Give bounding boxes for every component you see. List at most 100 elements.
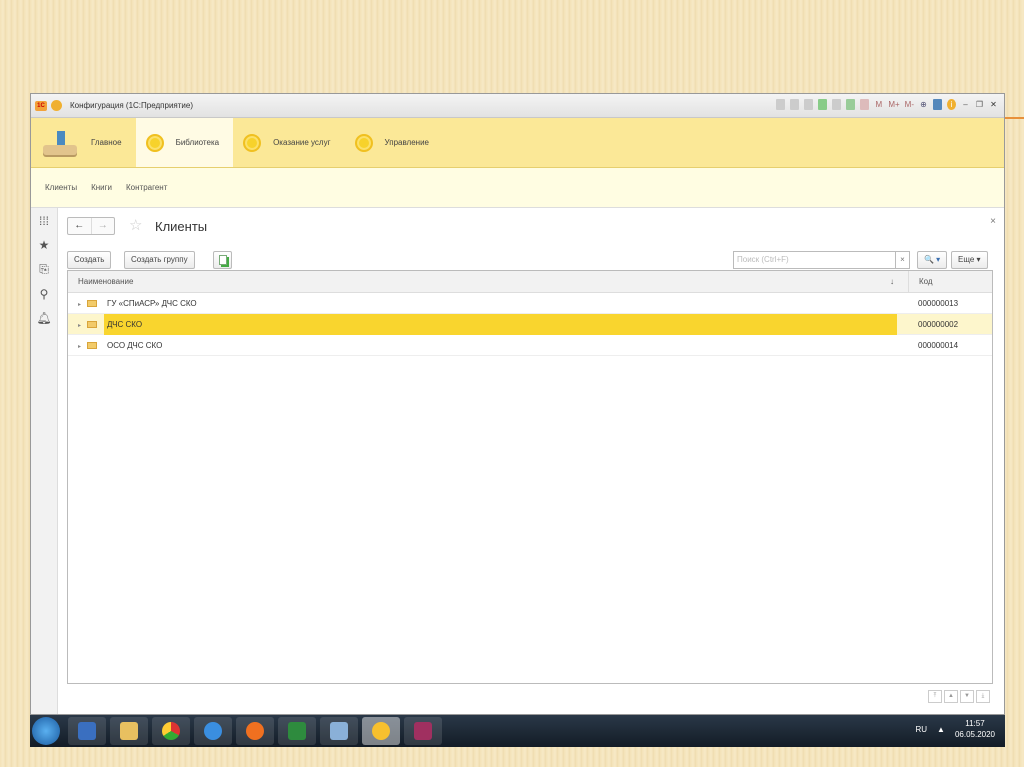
taskbar-ie[interactable]	[194, 717, 232, 745]
table-pager: ⤒ ▲ ▼ ⤓	[928, 690, 990, 703]
circle-icon	[243, 133, 262, 152]
sort-icon: ↓	[890, 277, 894, 286]
window-title: Конфигурация (1С:Предприятие)	[70, 101, 193, 110]
taskbar-firefox[interactable]	[236, 717, 274, 745]
memory-minus-button[interactable]: M-	[905, 99, 914, 110]
copy-icon[interactable]	[832, 99, 842, 110]
taskbar-word[interactable]	[68, 717, 106, 745]
memory-m-button[interactable]: M	[874, 99, 883, 110]
clock[interactable]: 11:57 06.05.2020	[955, 718, 995, 740]
title-toolbar: M M+ M- ⊕ i – ❐ ✕	[776, 99, 998, 110]
row-name: ДЧС СКО	[104, 314, 898, 335]
history-icon[interactable]: ⎘	[39, 262, 49, 277]
form-title: Клиенты	[155, 219, 208, 234]
desk-icon	[41, 129, 81, 157]
section-library[interactable]: Библиотека	[135, 118, 234, 167]
panels-icon[interactable]	[933, 99, 942, 110]
forward-button[interactable]: →	[90, 218, 115, 234]
section-label: Главное	[91, 138, 122, 147]
search-clear-button[interactable]: ×	[895, 251, 910, 269]
taskbar-tool[interactable]	[320, 717, 358, 745]
preview-icon[interactable]	[804, 99, 814, 110]
row-name: ГУ «СПиАСР» ДЧС СКО	[107, 299, 197, 308]
start-button[interactable]	[32, 717, 60, 745]
search-button[interactable]: 🔍 ▾	[917, 251, 948, 269]
row-name: ОСО ДЧС СКО	[107, 341, 163, 350]
print-icon[interactable]	[790, 99, 800, 110]
taskbar-chrome[interactable]	[152, 717, 190, 745]
section-services[interactable]: Оказание услуг	[233, 118, 344, 167]
taskbar-excel[interactable]	[278, 717, 316, 745]
expand-icon[interactable]: ▸	[78, 323, 81, 329]
subsystem-nav: Клиенты Книги Контрагент	[31, 168, 1004, 208]
row-code: 000000014	[918, 341, 959, 350]
create-button[interactable]: Создать	[67, 251, 112, 269]
1c-logo-icon: 1С	[35, 100, 47, 111]
taskbar: RU ▲ 11:57 06.05.2020	[30, 715, 1005, 747]
restore-button[interactable]: ❐	[975, 99, 984, 110]
taskbar-winrar[interactable]	[404, 717, 442, 745]
create-group-button[interactable]: Создать группу	[124, 251, 195, 269]
grid-menu-icon[interactable]: ⁞⁞⁞	[39, 214, 49, 228]
folder-icon	[87, 300, 98, 308]
first-page-icon[interactable]: ⤒	[928, 690, 942, 703]
section-label: Оказание услуг	[273, 138, 331, 147]
clients-form: ← → ☆ Клиенты × Создать Создать группу П…	[58, 208, 1004, 714]
table-row[interactable]: ▸ ГУ «СПиАСР» ДЧС СКО 000000013	[68, 293, 992, 314]
title-bar: 1С Конфигурация (1С:Предприятие) M M+ M-…	[31, 94, 1004, 118]
clock-time: 11:57	[965, 719, 985, 728]
page-down-icon[interactable]: ▼	[960, 690, 974, 703]
close-window-button[interactable]: ✕	[989, 99, 998, 110]
clock-date: 06.05.2020	[954, 730, 995, 739]
folder-icon	[87, 342, 98, 350]
taskbar-explorer[interactable]	[110, 717, 148, 745]
table-row[interactable]: ▸ ОСО ДЧС СКО 000000014	[68, 335, 992, 356]
link-icon[interactable]	[818, 99, 828, 110]
calendar-icon[interactable]	[846, 99, 856, 110]
back-button[interactable]: ←	[68, 218, 91, 234]
last-page-icon[interactable]: ⤓	[976, 690, 990, 703]
search-icon[interactable]: ⚲	[40, 287, 49, 301]
save-icon[interactable]	[776, 99, 786, 110]
favorite-star-icon[interactable]: ☆	[129, 216, 142, 234]
app-window: 1С Конфигурация (1С:Предприятие) M M+ M-…	[30, 93, 1005, 715]
folder-icon	[87, 321, 98, 329]
main-menu-button[interactable]	[51, 100, 62, 111]
page-up-icon[interactable]: ▲	[944, 690, 958, 703]
close-form-button[interactable]: ×	[990, 216, 996, 227]
row-code: 000000013	[918, 299, 959, 308]
nav-contractor[interactable]: Контрагент	[126, 183, 167, 192]
circle-icon	[354, 133, 373, 152]
memory-plus-button[interactable]: M+	[888, 99, 899, 110]
row-code: 000000002	[918, 320, 959, 329]
language-indicator[interactable]: RU	[915, 725, 927, 734]
expand-icon[interactable]: ▸	[78, 344, 81, 350]
column-name[interactable]: Наименование ↓	[68, 271, 908, 292]
column-code[interactable]: Код	[908, 271, 992, 292]
side-panel: ⁞⁞⁞ ★ ⎘ ⚲ 🔔︎	[31, 208, 58, 714]
section-label: Управление	[384, 138, 429, 147]
search-input[interactable]: Поиск (Ctrl+F)	[733, 251, 896, 269]
info-icon[interactable]: i	[947, 99, 956, 110]
copy-item-button[interactable]	[213, 251, 232, 269]
tray-expand-icon[interactable]: ▲	[937, 725, 945, 734]
table-row-selected[interactable]: ▸ ДЧС СКО 000000002	[68, 314, 992, 335]
copy-add-icon	[218, 255, 227, 265]
nav-clients[interactable]: Клиенты	[45, 183, 77, 192]
more-button[interactable]: Еще ▾	[951, 251, 988, 269]
slide-decoration	[1005, 117, 1024, 119]
zoom-icon[interactable]: ⊕	[919, 99, 928, 110]
nav-books[interactable]: Книги	[91, 183, 112, 192]
calculator-icon[interactable]	[860, 99, 870, 110]
taskbar-1c[interactable]	[362, 717, 400, 745]
circle-icon	[145, 133, 164, 152]
section-management[interactable]: Управление	[345, 118, 443, 167]
bell-icon[interactable]: 🔔︎	[36, 311, 51, 325]
minimize-button[interactable]: –	[961, 99, 970, 110]
section-label: Библиотека	[175, 138, 220, 147]
system-tray: RU ▲ 11:57 06.05.2020	[915, 718, 995, 740]
expand-icon[interactable]: ▸	[78, 302, 81, 308]
favorites-icon[interactable]: ★	[39, 238, 50, 252]
section-main[interactable]: Главное	[31, 118, 136, 167]
column-name-label: Наименование	[78, 277, 134, 286]
